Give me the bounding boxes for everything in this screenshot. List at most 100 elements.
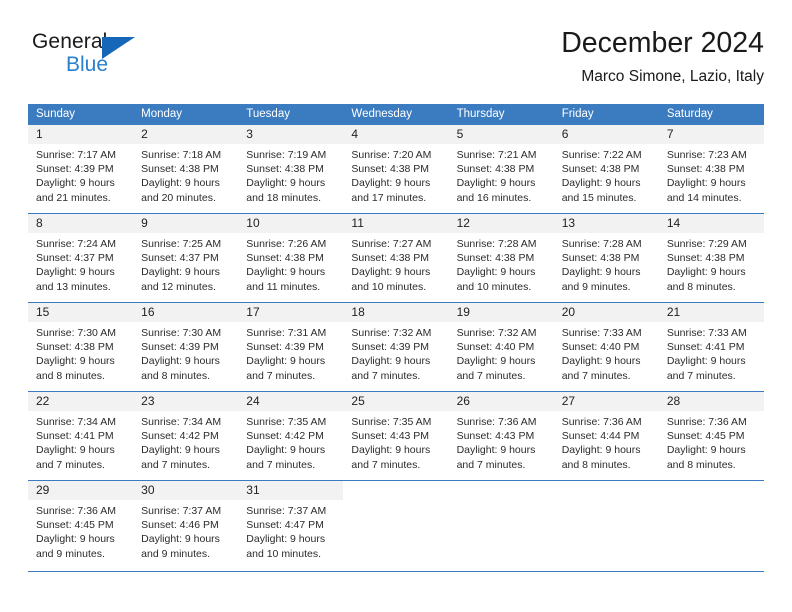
day-number: 29 <box>36 483 50 497</box>
day-info: Sunrise: 7:36 AM Sunset: 4:44 PM Dayligh… <box>554 411 659 472</box>
day-cell[interactable]: 31 Sunrise: 7:37 AM Sunset: 4:47 PM Dayl… <box>238 481 344 569</box>
day-cell[interactable]: 5 Sunrise: 7:21 AM Sunset: 4:38 PM Dayli… <box>448 125 554 213</box>
day-number: 17 <box>246 305 260 319</box>
daylight-text-line1: Daylight: 9 hours <box>246 355 326 368</box>
daylight-text-line2: and 9 minutes. <box>561 280 631 293</box>
day-number-bar: 27 <box>553 392 659 411</box>
day-cell[interactable]: 18 Sunrise: 7:32 AM Sunset: 4:39 PM Dayl… <box>343 303 449 391</box>
daylight-text-line2: and 7 minutes. <box>246 458 316 471</box>
day-number-bar: 12 <box>448 214 554 233</box>
day-number-bar: 9 <box>133 214 239 233</box>
day-number-bar: 4 <box>343 125 449 144</box>
daylight-text-line2: and 18 minutes. <box>246 191 321 204</box>
day-cell-empty <box>449 481 554 569</box>
day-number-bar: 16 <box>133 303 239 322</box>
day-cell[interactable]: 10 Sunrise: 7:26 AM Sunset: 4:38 PM Dayl… <box>238 214 344 302</box>
day-number-bar: 20 <box>553 303 659 322</box>
day-cell[interactable]: 20 Sunrise: 7:33 AM Sunset: 4:40 PM Dayl… <box>553 303 659 391</box>
sunrise-text: Sunrise: 7:19 AM <box>246 149 327 161</box>
sunset-text: Sunset: 4:46 PM <box>141 519 219 532</box>
day-cell[interactable]: 24 Sunrise: 7:35 AM Sunset: 4:42 PM Dayl… <box>238 392 344 480</box>
day-number-bar: 18 <box>343 303 449 322</box>
day-cell[interactable]: 4 Sunrise: 7:20 AM Sunset: 4:38 PM Dayli… <box>343 125 449 213</box>
sunset-text: Sunset: 4:38 PM <box>456 252 535 265</box>
day-number-bar: 29 <box>28 481 134 500</box>
day-cell[interactable]: 16 Sunrise: 7:30 AM Sunset: 4:39 PM Dayl… <box>133 303 239 391</box>
sunset-text: Sunset: 4:41 PM <box>36 430 114 443</box>
daylight-text-line2: and 16 minutes. <box>456 191 532 204</box>
day-number: 2 <box>141 127 148 141</box>
day-number: 26 <box>456 394 470 408</box>
daylight-text-line2: and 7 minutes. <box>456 458 526 471</box>
day-info: Sunrise: 7:37 AM Sunset: 4:46 PM Dayligh… <box>133 500 238 561</box>
sunrise-text: Sunrise: 7:33 AM <box>561 327 642 339</box>
day-number: 14 <box>666 216 681 230</box>
day-info: Sunrise: 7:34 AM Sunset: 4:42 PM Dayligh… <box>133 411 238 472</box>
sunrise-text: Sunrise: 7:17 AM <box>36 149 116 161</box>
day-info: Sunrise: 7:37 AM Sunset: 4:47 PM Dayligh… <box>238 500 343 561</box>
daylight-text-line2: and 10 minutes. <box>351 280 427 293</box>
daylight-text-line1: Daylight: 9 hours <box>246 444 326 457</box>
daylight-text-line1: Daylight: 9 hours <box>141 266 220 279</box>
day-cell[interactable]: 28 Sunrise: 7:36 AM Sunset: 4:45 PM Dayl… <box>658 392 764 480</box>
day-info: Sunrise: 7:18 AM Sunset: 4:38 PM Dayligh… <box>133 144 238 205</box>
day-number: 20 <box>561 305 576 319</box>
day-cell[interactable]: 1 Sunrise: 7:17 AM Sunset: 4:39 PM Dayli… <box>28 125 134 213</box>
sunrise-text: Sunrise: 7:31 AM <box>246 327 327 339</box>
day-number: 27 <box>561 394 576 408</box>
day-cell[interactable]: 3 Sunrise: 7:19 AM Sunset: 4:38 PM Dayli… <box>238 125 344 213</box>
day-cell[interactable]: 15 Sunrise: 7:30 AM Sunset: 4:38 PM Dayl… <box>28 303 134 391</box>
sunrise-text: Sunrise: 7:28 AM <box>456 238 537 250</box>
day-cell[interactable]: 27 Sunrise: 7:36 AM Sunset: 4:44 PM Dayl… <box>553 392 659 480</box>
sunrise-text: Sunrise: 7:36 AM <box>36 505 116 517</box>
daylight-text-line1: Daylight: 9 hours <box>246 177 326 190</box>
sunset-text: Sunset: 4:38 PM <box>351 163 430 176</box>
day-cell[interactable]: 26 Sunrise: 7:36 AM Sunset: 4:43 PM Dayl… <box>448 392 554 480</box>
day-cell[interactable]: 25 Sunrise: 7:35 AM Sunset: 4:43 PM Dayl… <box>343 392 449 480</box>
day-cell[interactable]: 11 Sunrise: 7:27 AM Sunset: 4:38 PM Dayl… <box>343 214 449 302</box>
daylight-text-line1: Daylight: 9 hours <box>141 177 220 190</box>
day-number: 28 <box>666 394 681 408</box>
daylight-text-line2: and 8 minutes. <box>561 458 631 471</box>
day-cell[interactable]: 12 Sunrise: 7:28 AM Sunset: 4:38 PM Dayl… <box>448 214 554 302</box>
daylight-text-line1: Daylight: 9 hours <box>561 444 641 457</box>
sunset-text: Sunset: 4:38 PM <box>246 252 324 265</box>
daylight-text-line2: and 7 minutes. <box>351 369 421 382</box>
day-number-bar: 11 <box>343 214 449 233</box>
daylight-text-line1: Daylight: 9 hours <box>141 533 220 546</box>
logo-word-blue: Blue <box>66 53 109 76</box>
day-info: Sunrise: 7:20 AM Sunset: 4:38 PM Dayligh… <box>343 144 448 205</box>
sunrise-text: Sunrise: 7:34 AM <box>36 416 116 428</box>
day-cell[interactable]: 6 Sunrise: 7:22 AM Sunset: 4:38 PM Dayli… <box>553 125 659 213</box>
day-number-bar: 8 <box>28 214 134 233</box>
calendar-bottom-rule <box>28 571 764 572</box>
day-number: 12 <box>456 216 470 230</box>
day-number: 22 <box>36 394 50 408</box>
weekday-header-friday: Friday <box>561 108 594 120</box>
day-cell[interactable]: 23 Sunrise: 7:34 AM Sunset: 4:42 PM Dayl… <box>133 392 239 480</box>
day-cell[interactable]: 13 Sunrise: 7:28 AM Sunset: 4:38 PM Dayl… <box>553 214 659 302</box>
day-cell[interactable]: 2 Sunrise: 7:18 AM Sunset: 4:38 PM Dayli… <box>133 125 239 213</box>
day-cell[interactable]: 9 Sunrise: 7:25 AM Sunset: 4:37 PM Dayli… <box>133 214 239 302</box>
daylight-text-line1: Daylight: 9 hours <box>351 266 431 279</box>
day-cell[interactable]: 17 Sunrise: 7:31 AM Sunset: 4:39 PM Dayl… <box>238 303 344 391</box>
day-cell[interactable]: 21 Sunrise: 7:33 AM Sunset: 4:41 PM Dayl… <box>658 303 764 391</box>
day-cell[interactable]: 8 Sunrise: 7:24 AM Sunset: 4:37 PM Dayli… <box>28 214 134 302</box>
day-cell[interactable]: 29 Sunrise: 7:36 AM Sunset: 4:45 PM Dayl… <box>28 481 134 569</box>
generalblue-logo[interactable]: General Blue <box>32 30 212 92</box>
day-cell[interactable]: 7 Sunrise: 7:23 AM Sunset: 4:38 PM Dayli… <box>658 125 764 213</box>
day-cell[interactable]: 19 Sunrise: 7:32 AM Sunset: 4:40 PM Dayl… <box>448 303 554 391</box>
day-cell[interactable]: 14 Sunrise: 7:29 AM Sunset: 4:38 PM Dayl… <box>658 214 764 302</box>
daylight-text-line2: and 11 minutes. <box>246 280 321 293</box>
sunset-text: Sunset: 4:38 PM <box>561 163 640 176</box>
day-cell[interactable]: 30 Sunrise: 7:37 AM Sunset: 4:46 PM Dayl… <box>133 481 239 569</box>
sunrise-text: Sunrise: 7:21 AM <box>456 149 537 161</box>
day-number-bar: 30 <box>133 481 239 500</box>
title-block: December 2024 Marco Simone, Lazio, Italy <box>284 26 764 88</box>
day-cell[interactable]: 22 Sunrise: 7:34 AM Sunset: 4:41 PM Dayl… <box>28 392 134 480</box>
sunrise-text: Sunrise: 7:36 AM <box>666 416 747 428</box>
sunrise-text: Sunrise: 7:28 AM <box>561 238 642 250</box>
daylight-text-line1: Daylight: 9 hours <box>561 177 641 190</box>
daylight-text-line1: Daylight: 9 hours <box>36 355 115 368</box>
day-number: 18 <box>351 305 365 319</box>
